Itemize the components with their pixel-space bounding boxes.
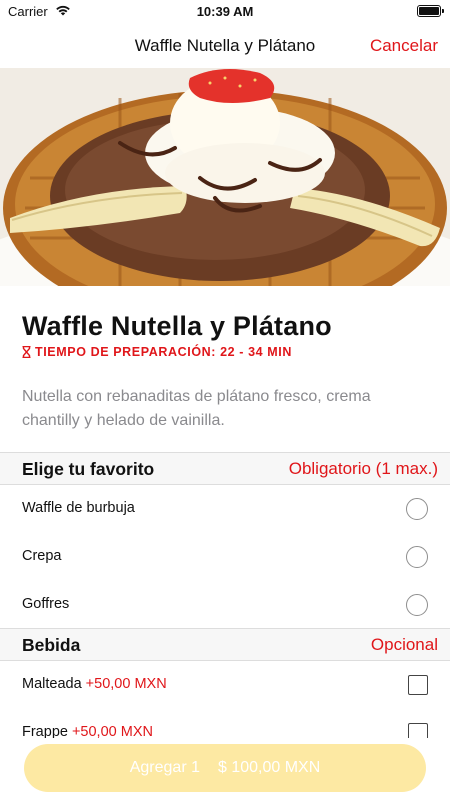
status-time: 10:39 AM [196, 4, 254, 19]
option-label: Goffres [22, 596, 70, 612]
hourglass-icon [22, 346, 31, 358]
radio-button[interactable] [406, 594, 428, 616]
radio-button[interactable] [406, 546, 428, 568]
prep-time-label: TIEMPO DE PREPARACIÓN: 22 - 34 MIN [35, 345, 293, 359]
prep-time: TIEMPO DE PREPARACIÓN: 22 - 34 MIN [22, 345, 292, 359]
section-required-tag: Obligatorio (1 max.) [288, 459, 438, 478]
option-name: Malteada [22, 676, 82, 692]
radio-button[interactable] [406, 498, 428, 520]
option-label: Waffle de burbuja [22, 500, 135, 516]
option-label: Malteada +50,00 MXN [22, 676, 167, 692]
option-malteada[interactable]: Malteada +50,00 MXN [0, 661, 450, 709]
section-optional-tag: Opcional [370, 635, 438, 654]
section-header-favorito: Elige tu favorito Obligatorio (1 max.) [0, 452, 450, 485]
cancel-button[interactable]: Cancelar [370, 36, 438, 56]
section-title: Elige tu favorito [22, 459, 155, 479]
product-description: Nutella con rebanaditas de plátano fresc… [22, 388, 371, 429]
product-title: Waffle Nutella y Plátano [22, 311, 332, 341]
option-goffres[interactable]: Goffres [0, 581, 450, 629]
option-crepa[interactable]: Crepa [0, 533, 450, 581]
add-button-price: $ 100,00 MXN [217, 759, 321, 776]
navigation-bar: Waffle Nutella y Plátano Cancelar [0, 24, 450, 68]
option-price: +50,00 MXN [85, 676, 167, 692]
option-waffle-burbuja[interactable]: Waffle de burbuja [0, 485, 450, 533]
add-to-cart-button[interactable]: Agregar 1 $ 100,00 MXN [24, 744, 426, 792]
section-header-bebida: Bebida Opcional [0, 628, 450, 661]
checkbox[interactable] [408, 675, 428, 695]
section-title: Bebida [22, 635, 81, 655]
battery-icon [417, 5, 444, 17]
add-button-label: Agregar 1 [129, 759, 200, 776]
product-image [0, 68, 450, 286]
status-bar: Carrier 10:39 AM [0, 0, 450, 24]
option-label: Crepa [22, 548, 62, 564]
